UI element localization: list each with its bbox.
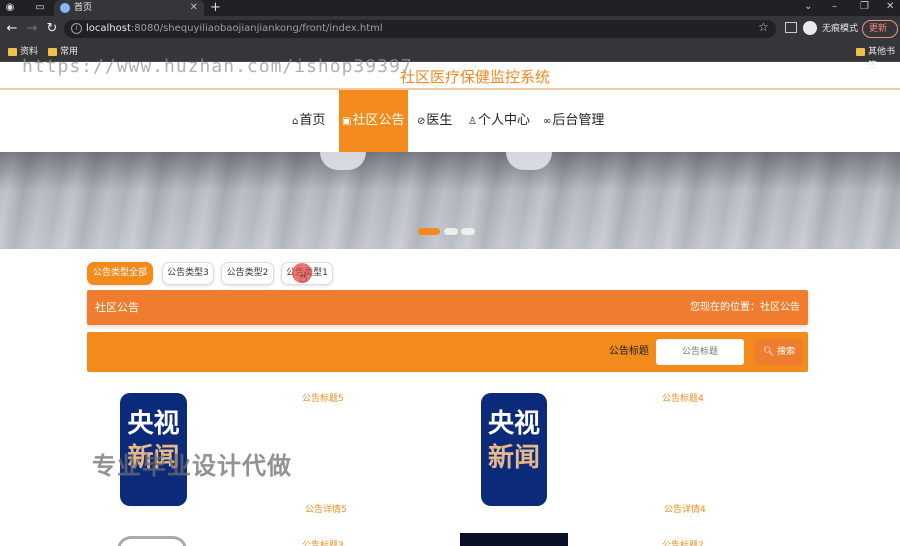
section-title: 社区公告 xyxy=(95,301,139,314)
browser-tab-bar: ◉ ▭ 首页 ✕ + ⌄ – ❐ ✕ xyxy=(0,0,900,16)
user-icon: ♙ xyxy=(468,116,477,127)
watermark-url: https://www.huzhan.com/ishop39397 xyxy=(22,56,413,77)
url-path: :8080/shequyiliaobaojianjiankong/front/i… xyxy=(130,23,383,34)
browser-tab[interactable]: 首页 ✕ xyxy=(54,0,204,16)
card-title[interactable]: 公告标题5 xyxy=(302,391,344,404)
nav-item-doctor[interactable]: ⊘医生 xyxy=(417,90,452,152)
card-detail[interactable]: 公告详情5 xyxy=(305,502,347,515)
close-window-icon[interactable]: ✕ xyxy=(886,0,894,14)
home-icon: ⌂ xyxy=(292,116,299,127)
address-bar[interactable]: i localhost:8080/shequyiliaobaojianjiank… xyxy=(64,20,776,38)
reload-icon[interactable]: ↻ xyxy=(44,21,60,37)
card-image[interactable] xyxy=(460,533,568,546)
card-title[interactable]: 公告标题4 xyxy=(662,391,704,404)
card-image[interactable] xyxy=(117,536,187,546)
browser-tab-title: 首页 xyxy=(74,3,93,13)
maximize-icon[interactable]: ❐ xyxy=(860,0,869,14)
bookmark-star-icon[interactable]: ☆ xyxy=(758,20,769,34)
location-text: 您现在的位置：社区公告 xyxy=(690,302,800,313)
close-tab-icon[interactable]: ✕ xyxy=(190,0,198,16)
nav-item-admin[interactable]: ∞后台管理 xyxy=(543,90,604,152)
nav-item-home[interactable]: ⌂首页 xyxy=(292,90,325,152)
tab-strip-icon[interactable]: ▭ xyxy=(34,2,46,14)
carousel-dot[interactable] xyxy=(418,228,440,235)
site-info-icon[interactable]: i xyxy=(71,23,82,34)
folder-icon xyxy=(48,48,57,56)
link-icon: ∞ xyxy=(543,116,552,127)
search-bar: 公告标题 🔍︎ 搜索 xyxy=(87,332,808,372)
browser-toolbar: ← → ↻ i localhost:8080/shequyiliaobaojia… xyxy=(0,16,900,42)
search-label: 公告标题 xyxy=(609,346,649,357)
folder-icon xyxy=(8,48,17,56)
filter-type-3[interactable]: 公告类型3 xyxy=(162,262,214,285)
back-icon[interactable]: ← xyxy=(4,21,20,37)
mouse-cursor-icon: ☝ xyxy=(299,270,308,286)
search-icon: 🔍︎ xyxy=(762,347,778,357)
favicon-icon xyxy=(60,3,70,13)
filter-type-2[interactable]: 公告类型2 xyxy=(221,262,274,285)
folder-icon xyxy=(856,48,865,56)
tab-search-icon[interactable]: ⌄ xyxy=(804,0,812,14)
carousel-dot[interactable] xyxy=(444,228,458,235)
doctor-icon: ⊘ xyxy=(417,116,426,127)
minimize-icon[interactable]: – xyxy=(832,0,837,14)
main-navigation: ⌂首页 ▣社区公告 ⊘医生 ♙个人中心 ∞后台管理 xyxy=(0,90,900,152)
update-button[interactable]: 更新 xyxy=(862,20,898,38)
card-image[interactable]: 央视 新闻 xyxy=(481,393,547,506)
card-detail[interactable]: 公告详情4 xyxy=(664,502,706,515)
new-tab-icon[interactable]: + xyxy=(210,0,221,15)
search-button[interactable]: 🔍︎ 搜索 xyxy=(755,339,803,365)
filter-all-types[interactable]: 公告类型全部 xyxy=(87,262,153,285)
breadcrumb: 社区公告 您现在的位置：社区公告 xyxy=(87,290,808,325)
incognito-avatar-icon[interactable] xyxy=(803,21,817,35)
carousel-dot[interactable] xyxy=(461,228,475,235)
card-title[interactable]: 公告标题3 xyxy=(302,538,344,546)
card-title[interactable]: 公告标题2 xyxy=(662,538,704,546)
side-panel-icon[interactable] xyxy=(785,22,797,33)
watermark-text: 专业毕业设计代做 xyxy=(92,452,292,480)
search-input[interactable] xyxy=(656,339,744,365)
notice-icon: ▣ xyxy=(342,116,352,127)
nav-item-personal-center[interactable]: ♙个人中心 xyxy=(468,90,530,152)
nav-item-notice[interactable]: ▣社区公告 xyxy=(339,90,408,152)
forward-icon[interactable]: → xyxy=(24,21,40,37)
browser-globe-icon[interactable]: ◉ xyxy=(4,2,16,14)
url-host: localhost xyxy=(86,23,131,34)
incognito-label: 无痕模式 xyxy=(822,24,859,34)
